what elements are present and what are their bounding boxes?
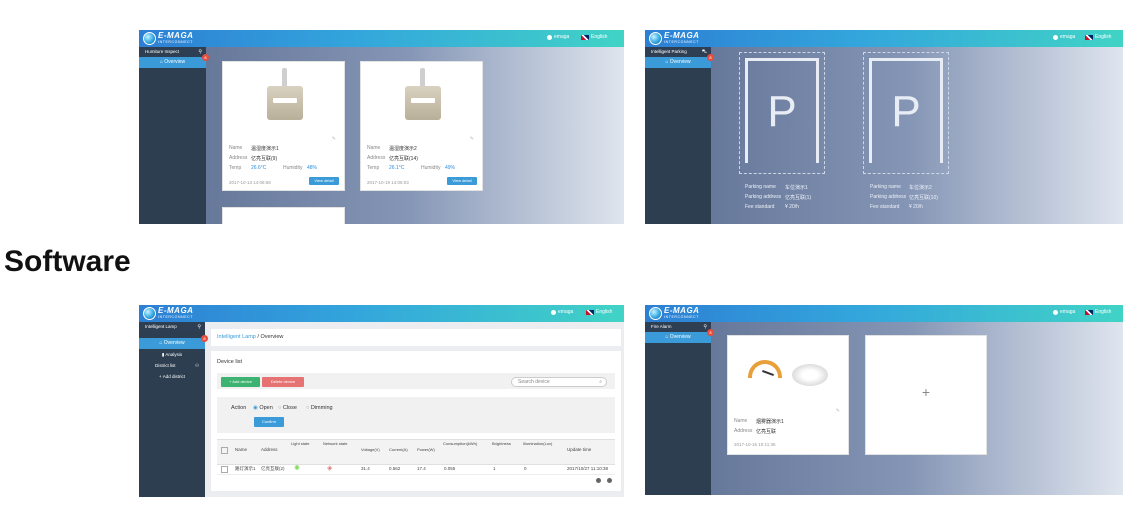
user-icon: [547, 34, 552, 40]
plus-icon: +: [921, 384, 931, 400]
table-header: [217, 439, 615, 465]
parking-slot[interactable]: P: [863, 52, 949, 174]
view-detail-button[interactable]: View detail: [309, 177, 339, 185]
user-icon: [1053, 34, 1058, 40]
select-all-checkbox[interactable]: [221, 447, 228, 454]
device-card-partial[interactable]: [222, 207, 345, 224]
user-menu[interactable]: emaga: [1053, 309, 1075, 315]
user-icon: [551, 309, 556, 315]
parking-p-icon: P: [767, 87, 797, 136]
row-checkbox[interactable]: [221, 466, 228, 473]
user-menu[interactable]: emaga: [551, 309, 573, 315]
module-title[interactable]: Humiture Inspect ⚲: [139, 47, 206, 57]
top-bar: E-MAGA INTERCONNECT emaga English: [139, 30, 624, 47]
top-bar: E-MAGA INTERCONNECT emaga English: [645, 30, 1123, 47]
globe-icon: [649, 32, 662, 45]
confirm-button[interactable]: Confirm: [254, 417, 284, 427]
top-bar: E-MAGA INTERCONNECT emaga English: [139, 305, 624, 322]
users-icon: ⚇: [194, 363, 199, 368]
uk-flag-icon: [1085, 309, 1093, 315]
notification-badge: 8: [707, 54, 714, 61]
parking-slot[interactable]: P: [739, 52, 825, 174]
uk-flag-icon: [581, 34, 589, 40]
sidebar-item-overview[interactable]: ⌂ Overview 8: [139, 335, 208, 349]
language-switch[interactable]: English: [586, 309, 612, 315]
uk-flag-icon: [1085, 34, 1093, 40]
globe-icon: [143, 32, 156, 45]
breadcrumb-link[interactable]: Intelligent Lamp: [217, 334, 256, 340]
section-heading: Software: [4, 245, 131, 278]
panel-title: Device list: [217, 359, 243, 365]
pager-dot[interactable]: [607, 478, 612, 483]
lamp-icon[interactable]: ⚲: [197, 322, 201, 332]
smoke-detector-image: [792, 364, 828, 386]
device-card[interactable]: Name 烟雾器演示1 ✎ Address 亿亮互联 2017-10-16 10…: [727, 335, 849, 455]
view-detail-button[interactable]: View detail: [447, 177, 477, 185]
wifi-icon: ◈: [327, 465, 333, 472]
action-label: Action: [231, 405, 247, 411]
brand-logo: E-MAGA INTERCONNECT: [649, 306, 699, 321]
gauge-icon: [748, 360, 782, 378]
sidebar-item-add-district[interactable]: + Add district: [139, 371, 205, 382]
sidebar-item-overview[interactable]: ⌂ Overview 8: [645, 329, 714, 343]
user-menu[interactable]: emaga: [547, 34, 569, 40]
pager-dot[interactable]: [596, 478, 601, 483]
brand-logo: E-MAGA INTERCONNECT: [143, 306, 193, 321]
parking-screenshot: E-MAGA INTERCONNECT emaga English Intelli…: [645, 30, 1123, 224]
sidebar-item-district-list[interactable]: District list ⚇: [139, 360, 205, 371]
radio-open[interactable]: ◉ Open: [253, 405, 273, 411]
brand-logo: E-MAGA INTERCONNECT: [143, 31, 193, 46]
language-switch[interactable]: English: [1085, 309, 1111, 315]
uk-flag-icon: [586, 309, 594, 315]
device-list-panel: Device list + Add device Delete device S…: [211, 351, 621, 491]
edit-icon[interactable]: ✎: [836, 408, 840, 414]
parking-p-icon: P: [891, 87, 921, 136]
globe-icon: [143, 307, 156, 320]
bulb-icon: ✺: [294, 465, 300, 472]
search-icon[interactable]: ⌕: [599, 378, 602, 386]
sidebar-item-overview[interactable]: ⌂ Overview 8: [645, 54, 714, 68]
top-bar: E-MAGA INTERCONNECT emaga English: [645, 305, 1123, 322]
humiture-screenshot: E-MAGA INTERCONNECT emaga English Humitur…: [139, 30, 624, 224]
add-device-button[interactable]: + Add device: [221, 377, 260, 387]
globe-icon: [649, 307, 662, 320]
user-icon: [1053, 309, 1058, 315]
device-card[interactable]: Name 温湿度演示1 ✎ Address 亿亮互联(9) Temp 26.6°…: [222, 61, 345, 191]
sensor-image: [263, 68, 307, 128]
brand-logo: E-MAGA INTERCONNECT: [649, 31, 699, 46]
notification-badge: 8: [201, 335, 208, 342]
sidebar: Humiture Inspect ⚲ ⌂ Overview 8: [139, 47, 209, 224]
sidebar: Fire Alarm ⚲ ⌂ Overview 8: [645, 322, 714, 495]
sidebar-item-overview[interactable]: ⌂ Overview 8: [139, 54, 209, 68]
fire-alarm-screenshot: E-MAGA INTERCONNECT emaga English Fire Al…: [645, 305, 1123, 495]
add-device-card[interactable]: +: [865, 335, 987, 455]
notification-badge: 8: [202, 54, 209, 61]
sensor-image: [401, 68, 445, 128]
radio-close[interactable]: ○ Close: [278, 405, 297, 411]
user-menu[interactable]: emaga: [1053, 34, 1075, 40]
language-switch[interactable]: English: [1085, 34, 1111, 40]
sidebar: Intelligent Parking ⛍ ⌂ Overview 8: [645, 47, 714, 224]
action-panel: [217, 397, 615, 433]
sidebar: Intelligent Lamp ⚲ ⌂ Overview 8 ▮ Analysis…: [139, 322, 208, 497]
edit-icon[interactable]: ✎: [470, 136, 474, 142]
edit-icon[interactable]: ✎: [332, 136, 336, 142]
notification-badge: 8: [707, 329, 714, 336]
search-input[interactable]: Search device ⌕: [511, 377, 607, 387]
breadcrumb: Intelligent Lamp / Overview: [211, 329, 621, 346]
language-switch[interactable]: English: [581, 34, 607, 40]
radio-dimming[interactable]: ○ Dimming: [306, 405, 333, 411]
sidebar-item-analysis[interactable]: ▮ Analysis: [139, 349, 205, 360]
device-card[interactable]: Name 温湿度演示2 ✎ Address 亿亮互联(14) Temp 26.1…: [360, 61, 483, 191]
module-title[interactable]: Fire Alarm ⚲: [645, 322, 711, 332]
delete-device-button[interactable]: Delete device: [262, 377, 304, 387]
module-title[interactable]: Intelligent Lamp ⚲: [139, 322, 205, 332]
lamp-screenshot: E-MAGA INTERCONNECT emaga English Intelli…: [139, 305, 624, 497]
module-title[interactable]: Intelligent Parking ⛍: [645, 47, 711, 57]
